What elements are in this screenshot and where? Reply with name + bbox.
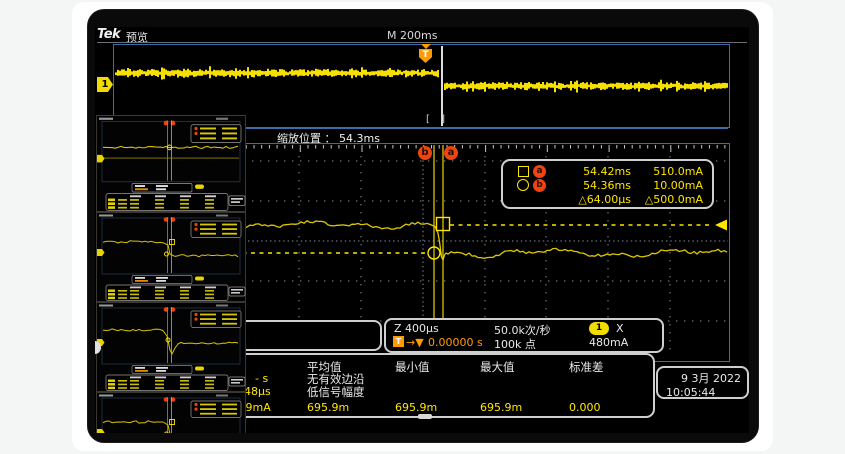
cursor-b-row: b 54.36ms 10.00mA bbox=[503, 178, 712, 192]
time-readout: 10:05:44 bbox=[664, 386, 741, 399]
measurement-mean: 695.9m bbox=[307, 401, 349, 414]
history-thumbnail-4[interactable] bbox=[96, 392, 246, 433]
table-header-min: 最小值 bbox=[395, 359, 430, 375]
channel1-pill-badge: 1 bbox=[589, 322, 609, 335]
measurement-min: 695.9m bbox=[395, 401, 437, 414]
history-thumbnail-1[interactable] bbox=[96, 115, 246, 212]
screenshot-canvas: Tek 预览 M 200ms 1 T [ ] 缩放位置 ： 54.3ms bbox=[0, 0, 845, 454]
date-readout: 9 3月 2022 bbox=[664, 370, 741, 386]
cursor-b-value: 10.00mA bbox=[631, 179, 712, 192]
measurement-std: 0.000 bbox=[569, 401, 601, 414]
oscilloscope-bezel: Tek 预览 M 200ms 1 T [ ] 缩放位置 ： 54.3ms bbox=[88, 10, 758, 442]
cursor-b-badge[interactable]: b bbox=[418, 146, 432, 160]
tek-logo: Tek bbox=[97, 27, 120, 42]
table-header-max: 最大值 bbox=[480, 359, 515, 375]
cursor-b-time: 54.36ms bbox=[555, 179, 631, 192]
datetime-box: 9 3月 2022 10:05:44 bbox=[656, 366, 749, 399]
trigger-arrows-icon: →▼ bbox=[406, 336, 424, 349]
trigger-arrow-icon bbox=[421, 44, 431, 49]
square-icon bbox=[518, 166, 529, 177]
measurement-max: 695.9m bbox=[480, 401, 522, 414]
measurement-table: 平均值 最小值 最大值 标准差 - s 无有效边沿 48μs 低信号幅度 .9m… bbox=[228, 353, 655, 418]
cursor-readout-box: a 54.42ms 510.0mA b 54.36ms 10.00mA △64.… bbox=[501, 159, 714, 209]
cursor-delta-value: △500.0mA bbox=[631, 193, 712, 206]
reference-arrow-icon bbox=[715, 220, 727, 231]
measurement-value-fragment: 48μs bbox=[244, 385, 271, 398]
cursor-a-row: a 54.42ms 510.0mA bbox=[503, 164, 712, 178]
history-thumbnail-2[interactable] bbox=[96, 212, 246, 302]
trigger-position-readout: 0.00000 s bbox=[428, 336, 483, 349]
measurement-status-2: 低信号幅度 bbox=[307, 384, 365, 400]
measurement-value-fragment: .9mA bbox=[242, 401, 271, 414]
channel-symbol: X bbox=[616, 322, 624, 335]
trigger-t-icon: T bbox=[393, 336, 404, 347]
acquisition-status-box: Z 400μs 50.0k次/秒 1 X T →▼ 0.00000 s 100k… bbox=[384, 318, 664, 353]
table-header-std: 标准差 bbox=[569, 359, 604, 375]
cursor-delta-time: △64.00μs bbox=[555, 193, 631, 206]
zoom-window-bracket[interactable]: [ ] bbox=[426, 114, 449, 125]
bottom-left-box bbox=[230, 320, 382, 351]
oscilloscope-screen: Tek 预览 M 200ms 1 T [ ] 缩放位置 ： 54.3ms bbox=[95, 27, 749, 433]
circle-icon bbox=[517, 179, 529, 191]
channel1-badge[interactable]: 1 bbox=[97, 77, 113, 92]
cursor-a-badge[interactable]: a bbox=[444, 146, 458, 160]
timebase-readout: M 200ms bbox=[387, 29, 437, 42]
cursor-delta-row: △64.00μs △500.0mA bbox=[503, 192, 712, 206]
menubar-divider bbox=[97, 42, 747, 43]
cursor-a-badge-small: a bbox=[533, 165, 546, 178]
table-drag-handle[interactable] bbox=[418, 414, 432, 419]
zoom-scale-readout: Z 400μs bbox=[394, 322, 439, 335]
history-thumbnail-3[interactable] bbox=[96, 302, 246, 392]
measurement-value-fragment: - s bbox=[255, 372, 268, 385]
channel-scale: 480mA bbox=[589, 336, 628, 349]
cursor-b-badge-small: b bbox=[533, 179, 546, 192]
record-length: 100k 点 bbox=[494, 336, 536, 352]
cursor-a-time: 54.42ms bbox=[555, 165, 631, 178]
cursor-a-value: 510.0mA bbox=[631, 165, 712, 178]
